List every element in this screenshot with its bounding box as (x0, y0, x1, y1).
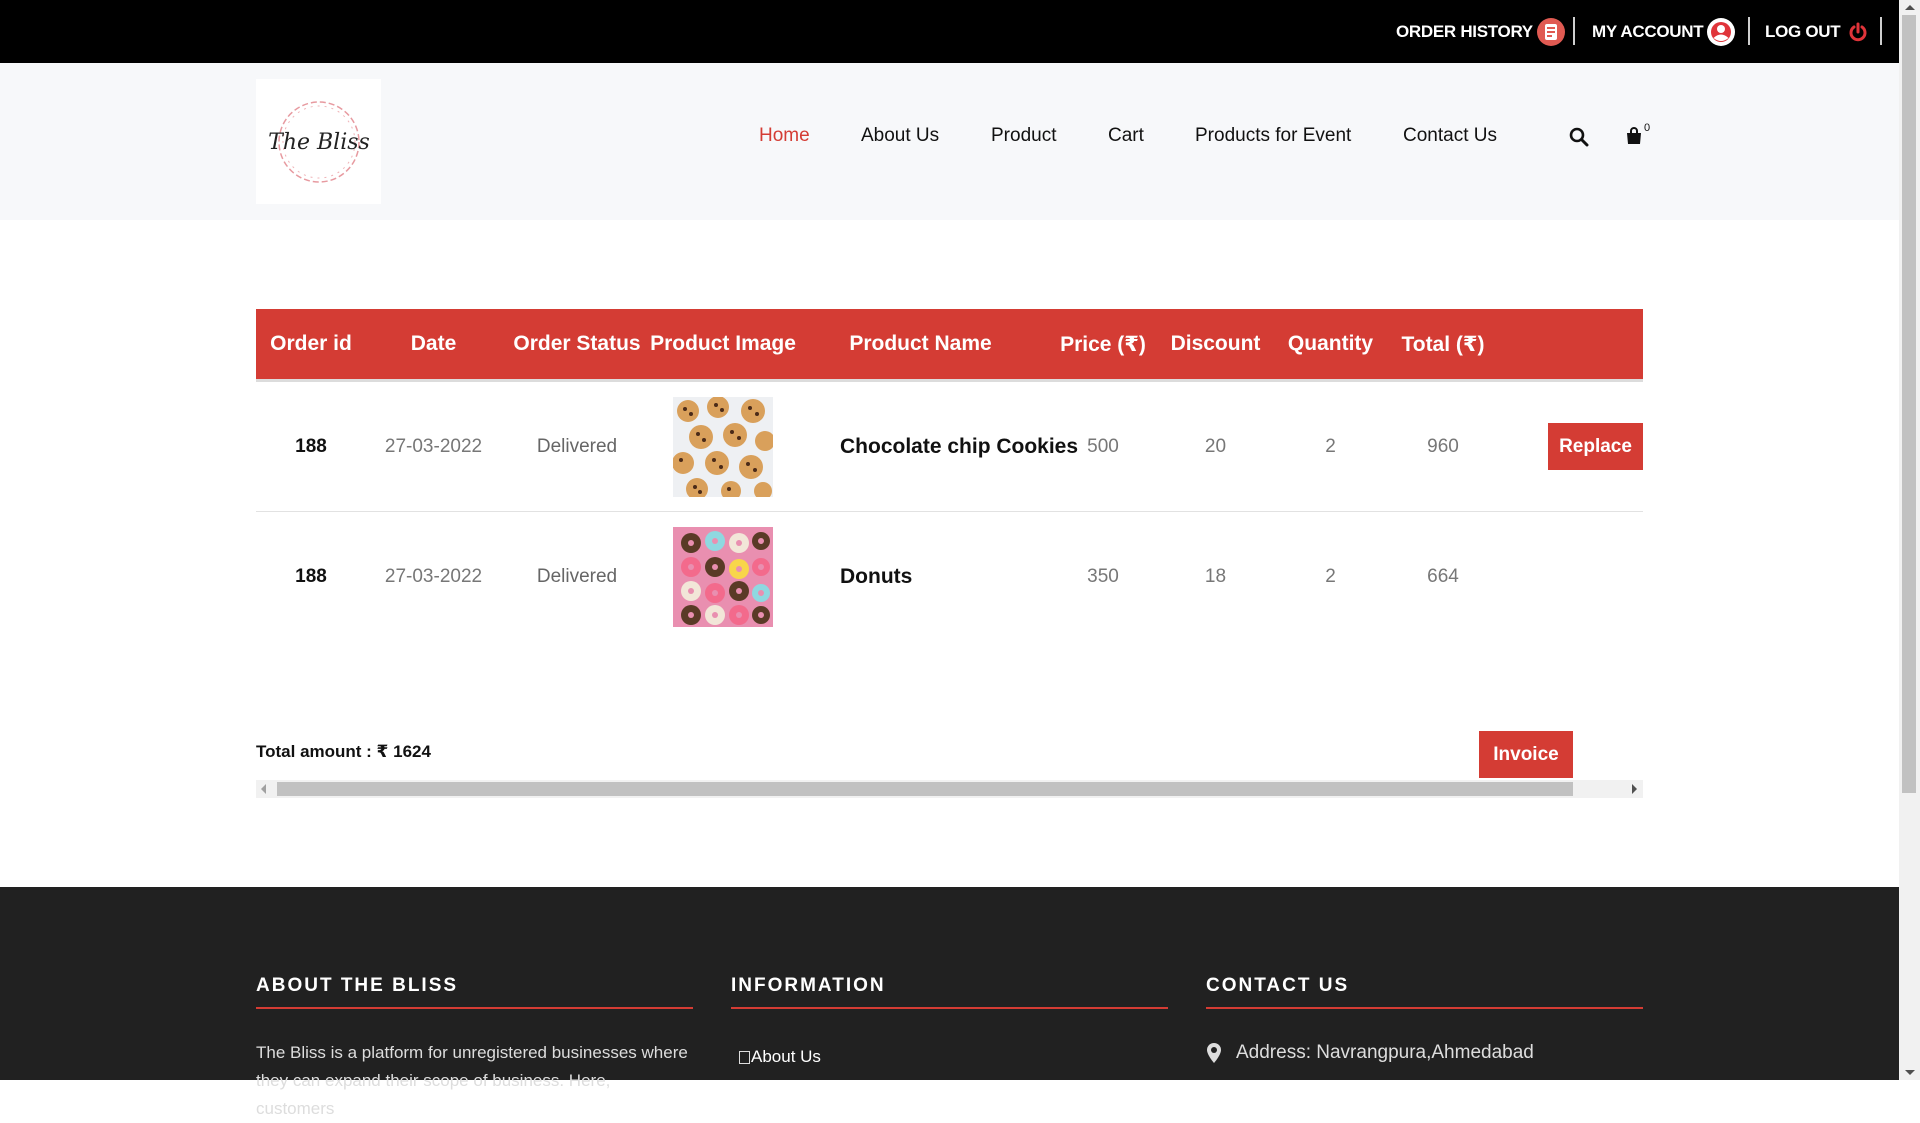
date-cell: 27-03-2022 (384, 566, 483, 587)
log-out-link[interactable]: LOG OUT (1765, 0, 1872, 63)
scroll-thumb[interactable] (277, 782, 1573, 796)
nav-cart[interactable]: Cart (1108, 125, 1144, 147)
footer-link-about-us[interactable]: About Us (731, 1043, 1168, 1071)
top-separator (1573, 17, 1575, 45)
footer-link-label: About Us (751, 1047, 821, 1066)
product-name-cell: Donuts (840, 565, 913, 588)
site-footer: ABOUT THE BLISS The Bliss is a platform … (0, 887, 1899, 1118)
cookies-image[interactable] (673, 397, 773, 497)
footer-address-text: Address: Navrangpura,Ahmedabad (1236, 1042, 1534, 1063)
total-cell: 960 (1427, 436, 1459, 457)
order-id-cell: 188 (295, 436, 327, 457)
power-icon (1844, 18, 1872, 46)
scroll-right-icon[interactable] (1632, 784, 1637, 794)
top-separator (1880, 17, 1882, 45)
vertical-scroll-thumb[interactable] (1902, 15, 1916, 793)
horizontal-scrollbar[interactable] (256, 780, 1643, 798)
order-history-link[interactable]: ORDER HISTORY (1396, 0, 1565, 63)
footer-address: Address: Navrangpura,Ahmedabad (1206, 1039, 1643, 1067)
status-cell: Delivered (536, 566, 618, 587)
top-separator (1748, 17, 1750, 45)
col-order-id: Order id (270, 332, 352, 355)
col-order-status: Order Status (513, 332, 641, 355)
scroll-up-icon[interactable] (1905, 5, 1915, 10)
donuts-image[interactable] (673, 527, 773, 627)
table-row: 188 27-03-2022 Delivered Donuts 350 18 2… (256, 512, 1643, 642)
col-discount: Discount (1170, 332, 1261, 355)
invoice-button[interactable]: Invoice (1479, 731, 1573, 778)
order-history-label: ORDER HISTORY (1396, 21, 1533, 41)
log-out-label: LOG OUT (1765, 21, 1841, 41)
quantity-cell: 2 (1325, 566, 1336, 587)
footer-contact-title: CONTACT US (1206, 975, 1643, 1009)
cart-count-badge: 0 (1644, 122, 1651, 134)
col-price: Price (₹) (1060, 332, 1146, 356)
search-icon[interactable] (1569, 127, 1589, 152)
discount-cell: 20 (1204, 436, 1227, 457)
footer-about-text: The Bliss is a platform for unregistered… (256, 1043, 688, 1118)
nav-about-us[interactable]: About Us (861, 125, 939, 147)
col-product-image: Product Image (650, 332, 796, 355)
col-product-name: Product Name (849, 332, 992, 355)
scroll-down-icon[interactable] (1905, 1070, 1915, 1075)
col-quantity: Quantity (1287, 332, 1374, 355)
nav-contact-us[interactable]: Contact Us (1403, 125, 1497, 147)
nav-products-for-event[interactable]: Products for Event (1195, 125, 1351, 147)
cart-icon[interactable] (1624, 126, 1644, 151)
table-row: 188 27-03-2022 Delivered Chocolate chip … (256, 382, 1643, 512)
map-pin-icon (1207, 1043, 1221, 1063)
discount-cell: 18 (1204, 566, 1227, 587)
quantity-cell: 2 (1325, 436, 1336, 457)
product-image-cell (653, 382, 793, 512)
top-bar: ORDER HISTORY MY ACCOUNT LOG OUT (0, 0, 1899, 63)
price-cell: 500 (1087, 436, 1119, 457)
status-cell: Delivered (536, 436, 618, 457)
order-table-header: Order id Date Order Status Product Image… (256, 309, 1643, 379)
my-account-link[interactable]: MY ACCOUNT (1592, 0, 1736, 63)
footer-contact: CONTACT US Address: Navrangpura,Ahmedaba… (1206, 975, 1643, 1067)
product-name-cell: Chocolate chip Cookies (840, 435, 1079, 458)
replace-button[interactable]: Replace (1548, 423, 1643, 470)
brand-logo[interactable]: The Bliss (256, 79, 381, 204)
nav-home[interactable]: Home (759, 125, 810, 147)
footer-information-title: INFORMATION (731, 975, 1168, 1009)
my-account-label: MY ACCOUNT (1592, 21, 1704, 41)
footer-information: INFORMATION About Us (731, 975, 1168, 1071)
footer-about: ABOUT THE BLISS The Bliss is a platform … (256, 975, 693, 1123)
date-cell: 27-03-2022 (384, 436, 483, 457)
product-image-cell (653, 512, 793, 642)
col-total: Total (₹) (1401, 332, 1485, 356)
total-cell: 664 (1427, 566, 1459, 587)
user-icon (1707, 17, 1736, 46)
footer-about-title: ABOUT THE BLISS (256, 975, 693, 1009)
price-cell: 350 (1087, 566, 1119, 587)
chevron-right-icon (739, 1050, 750, 1064)
order-id-cell: 188 (295, 566, 327, 587)
site-header: The Bliss Home About Us Product Cart Pro… (0, 63, 1899, 220)
scroll-left-icon[interactable] (261, 784, 266, 794)
nav-product[interactable]: Product (991, 125, 1056, 147)
order-history-icon (1536, 17, 1565, 46)
svg-text:The Bliss: The Bliss (268, 130, 370, 155)
total-amount: Total amount : ₹ 1624 (256, 742, 431, 761)
col-date: Date (410, 332, 457, 355)
